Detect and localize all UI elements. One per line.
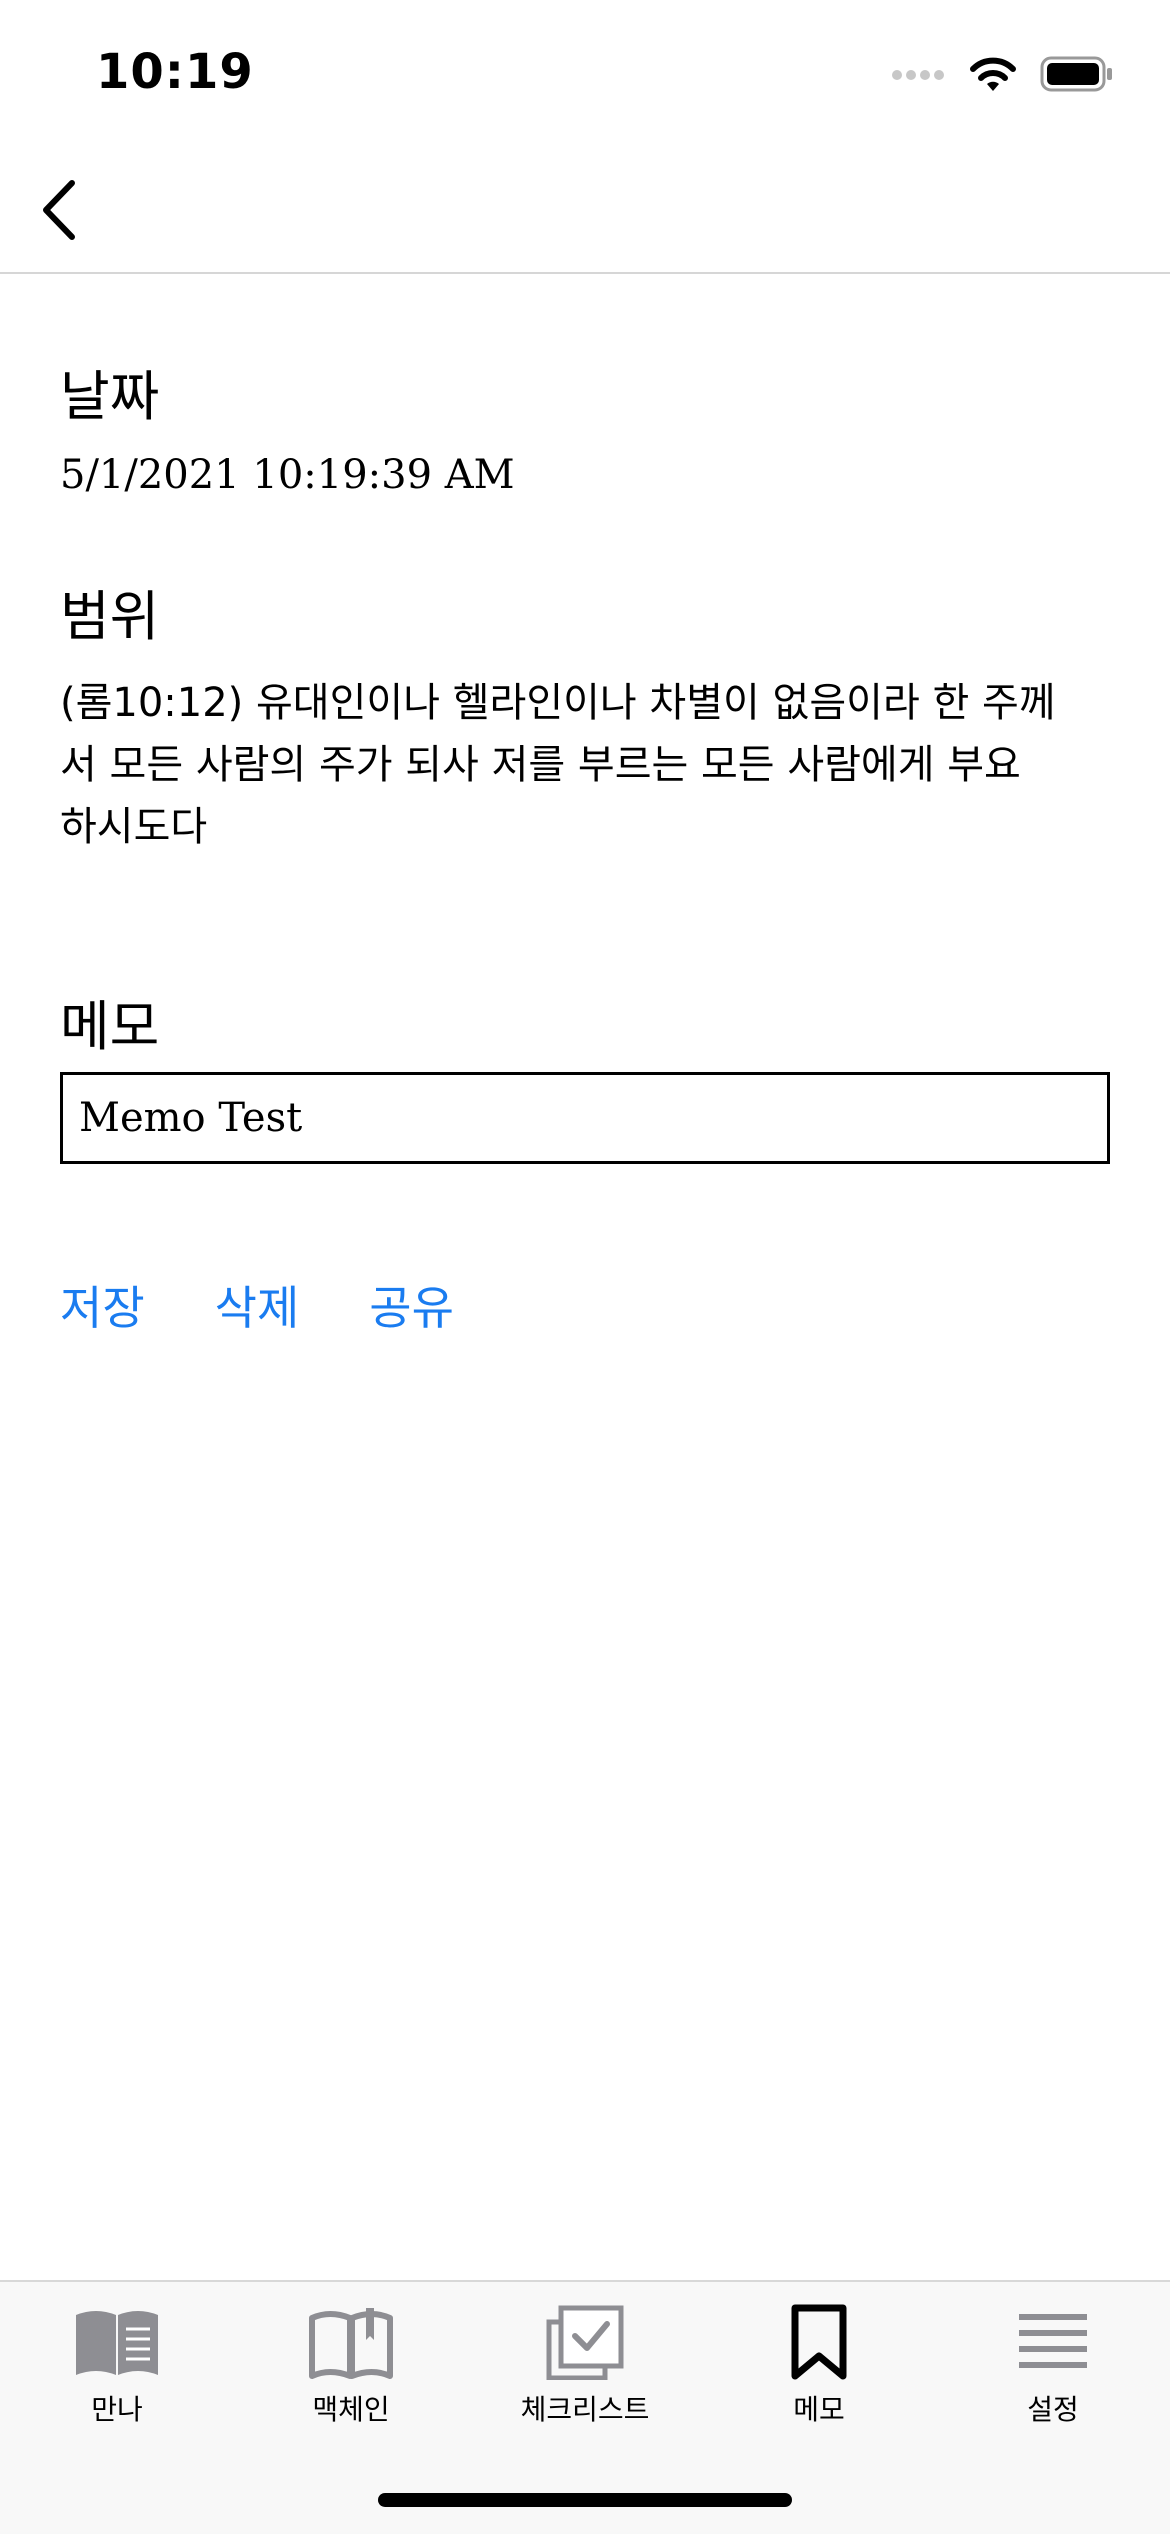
date-value: 5/1/2021 10:19:39 AM [60,452,515,498]
memo-title: 메모 [60,995,160,1058]
tab-label: 설정 [1027,2393,1079,2426]
range-text: (롬10:12) 유대인이나 헬라인이나 차별이 없음이라 한 주께 서 모든 … [60,672,1110,858]
battery-icon [1040,56,1114,96]
range-title: 범위 [60,585,160,648]
signal-icon [892,67,946,86]
range-line: 하시도다 [60,804,208,850]
bookmark-icon [774,2302,864,2382]
tab-manna[interactable]: 만나 [0,2282,234,2442]
memo-input[interactable] [60,1072,1110,1164]
book-outline-icon [306,2302,396,2382]
tab-label: 메모 [793,2393,845,2426]
save-button[interactable]: 저장 [60,1272,145,1338]
book-open-icon [72,2302,162,2382]
delete-button[interactable]: 삭제 [215,1272,300,1338]
tab-mccheyne[interactable]: 맥체인 [234,2282,468,2442]
tab-settings[interactable]: 설정 [936,2282,1170,2442]
status-time: 10:19 [96,44,254,100]
range-line: (롬10:12) 유대인이나 헬라인이나 차별이 없음이라 한 주께 [60,680,1056,726]
memo-actions: 저장 삭제 공유 [60,1272,454,1338]
home-indicator [378,2493,792,2507]
range-line: 서 모든 사람의 주가 되사 저를 부르는 모든 사람에게 부요 [60,742,1021,788]
date-title: 날짜 [60,365,160,428]
share-button[interactable]: 공유 [369,1272,454,1338]
navigation-bar [0,150,1170,274]
tab-label: 맥체인 [312,2393,390,2426]
tab-label: 체크리스트 [520,2393,650,2426]
wifi-icon [968,55,1018,97]
back-button[interactable] [18,172,98,252]
tab-checklist[interactable]: 체크리스트 [468,2282,702,2442]
menu-lines-icon [1008,2302,1098,2382]
checklist-icon [540,2302,630,2382]
chevron-left-icon [38,179,78,245]
status-bar: 10:19 [0,0,1170,150]
tab-memo[interactable]: 메모 [702,2282,936,2442]
status-icons [892,52,1114,100]
tab-label: 만나 [91,2393,143,2426]
